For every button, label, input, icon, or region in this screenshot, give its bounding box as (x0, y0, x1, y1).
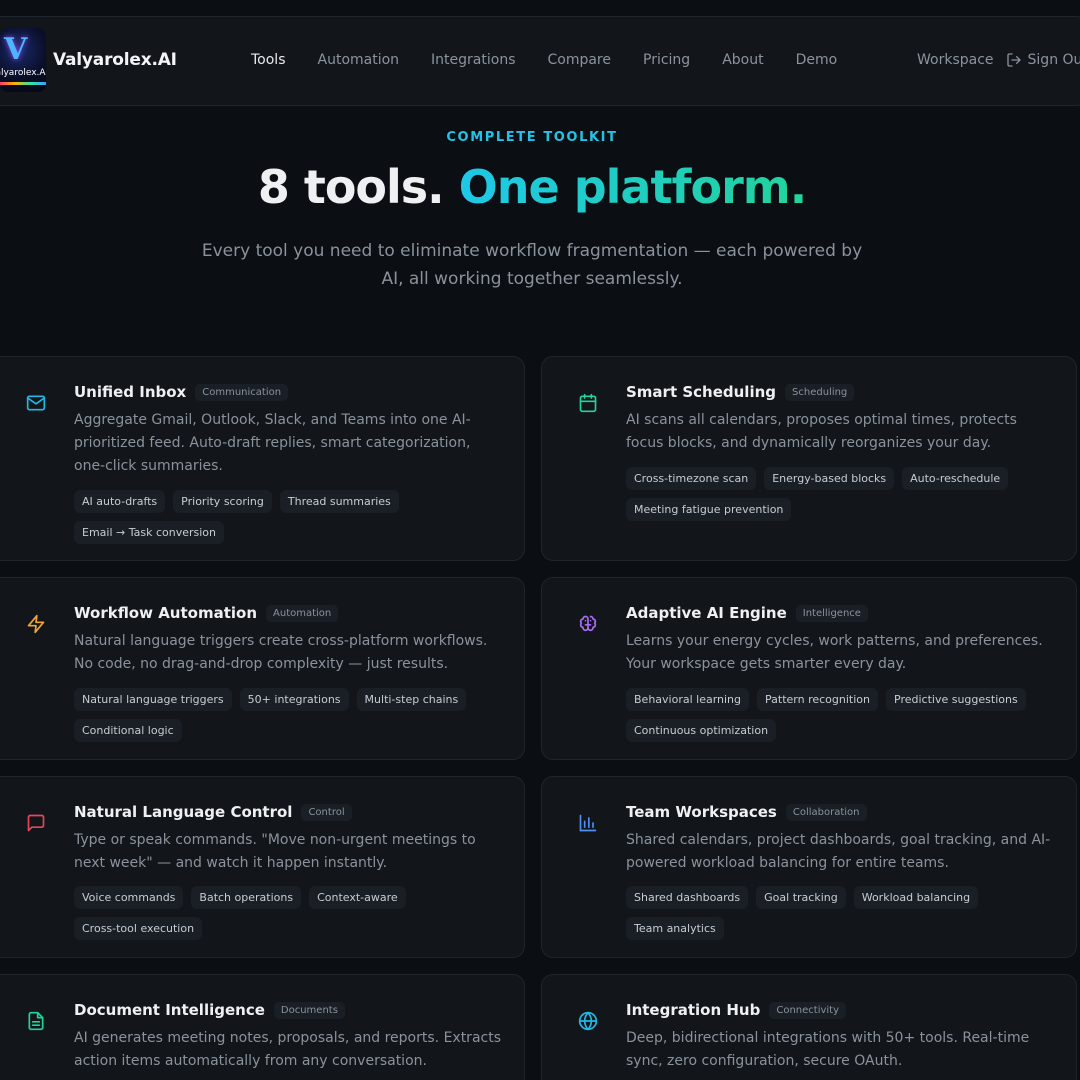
nav-actions: Workspace Sign Out (917, 52, 1080, 68)
tool-description: Shared calendars, project dashboards, go… (626, 832, 1051, 871)
feature-tag: Goal tracking (756, 886, 846, 909)
tool-description: Deep, bidirectional integrations with 50… (626, 1030, 1030, 1069)
feature-tag: Email → Task conversion (74, 521, 225, 544)
nav-link-integrations[interactable]: Integrations (431, 52, 515, 68)
tool-title: Smart Scheduling (626, 383, 777, 401)
feature-tag: Shared dashboards (626, 886, 749, 909)
feature-tag: Energy-based blocks (764, 467, 895, 490)
feature-tag: Auto-reschedule (902, 467, 1009, 490)
feature-tag: Natural language triggers (74, 688, 232, 711)
feature-tag: Cross-tool execution (74, 917, 203, 940)
tool-title: Integration Hub (626, 1001, 761, 1019)
hero-subtitle: Every tool you need to eliminate workflo… (201, 241, 863, 289)
feature-tag: Continuous optimization (626, 719, 777, 742)
hero-title-accent: One platform. (458, 160, 807, 214)
category-badge: Documents (273, 1001, 345, 1019)
lightning-icon (27, 614, 45, 634)
feature-tag: 50+ integrations (239, 688, 349, 711)
calendar-icon (579, 393, 597, 413)
tool-card-integration-hub[interactable]: Integration Hub Connectivity Deep, bidir… (541, 974, 1077, 1080)
category-badge: Control (301, 803, 352, 821)
feature-tag: Pattern recognition (757, 688, 878, 711)
globe-icon (578, 1011, 598, 1031)
tool-card-natural-language-control[interactable]: Natural Language Control Control Type or… (0, 776, 525, 958)
tool-title: Natural Language Control (74, 803, 293, 821)
feature-tag: Team analytics (626, 917, 724, 940)
nav-link-tools[interactable]: Tools (251, 52, 286, 68)
tool-title: Unified Inbox (74, 383, 187, 401)
feature-tag: Meeting fatigue prevention (626, 498, 792, 521)
tool-card-adaptive-ai-engine[interactable]: Adaptive AI Engine Intelligence Learns y… (541, 577, 1077, 760)
sign-out-icon (1006, 53, 1021, 67)
hero-title: 8 tools. One platform. (0, 160, 1064, 214)
category-badge: Communication (195, 383, 289, 401)
feature-tag: Cross-timezone scan (626, 467, 757, 490)
feature-tag: Predictive suggestions (886, 688, 1026, 711)
feature-tags: Voice commands Batch operations Context-… (74, 886, 514, 948)
nav-link-demo[interactable]: Demo (796, 52, 838, 68)
tool-title: Document Intelligence (74, 1001, 265, 1019)
feature-tag: Priority scoring (173, 490, 272, 513)
category-badge: Connectivity (769, 1001, 847, 1019)
feature-tags: Behavioral learning Pattern recognition … (626, 688, 1066, 750)
brand-name[interactable]: Valyarolex.AI (53, 50, 177, 70)
section-eyebrow: COMPLETE TOOLKIT (446, 130, 618, 145)
nav-links: Tools Automation Integrations Compare Pr… (251, 52, 869, 68)
tool-title: Adaptive AI Engine (626, 604, 787, 622)
category-badge: Collaboration (785, 803, 867, 821)
hero-title-plain: 8 tools. (257, 160, 445, 214)
feature-tag: Workload balancing (853, 886, 979, 909)
tool-card-team-workspaces[interactable]: Team Workspaces Collaboration Shared cal… (541, 776, 1077, 958)
brain-icon (579, 615, 597, 632)
brand-logo[interactable]: V Valyarolex.AI (0, 28, 46, 92)
feature-tag: Voice commands (74, 886, 184, 909)
category-badge: Automation (266, 604, 339, 622)
feature-tag: Behavioral learning (626, 688, 750, 711)
nav-link-automation[interactable]: Automation (318, 52, 400, 68)
v-logo-icon: V (4, 32, 28, 67)
feature-tag: AI auto-drafts (74, 490, 166, 513)
feature-tags: AI auto-drafts Priority scoring Thread s… (74, 490, 514, 552)
tool-title: Workflow Automation (74, 604, 258, 622)
tool-description: Natural language triggers create cross-p… (74, 633, 488, 672)
feature-tag: Context-aware (309, 886, 406, 909)
nav-link-pricing[interactable]: Pricing (643, 52, 690, 68)
tool-card-document-intelligence[interactable]: Document Intelligence Documents AI gener… (0, 974, 525, 1080)
feature-tag: Conditional logic (74, 719, 182, 742)
category-badge: Scheduling (785, 383, 855, 401)
sign-out-label: Sign Out (1027, 52, 1080, 68)
bar-chart-icon (579, 814, 597, 832)
mail-icon (26, 395, 46, 411)
nav-link-compare[interactable]: Compare (547, 52, 611, 68)
logo-text: Valyarolex.AI (0, 68, 46, 78)
tool-description: AI generates meeting notes, proposals, a… (74, 1030, 501, 1069)
sign-out-button[interactable]: Sign Out (1006, 52, 1080, 68)
workspace-link[interactable]: Workspace (917, 52, 994, 68)
chat-icon (27, 814, 45, 832)
feature-tags: Shared dashboards Goal tracking Workload… (626, 886, 1066, 948)
tool-description: Aggregate Gmail, Outlook, Slack, and Tea… (74, 412, 471, 474)
feature-tag: Multi-step chains (356, 688, 467, 711)
tool-description: AI scans all calendars, proposes optimal… (626, 412, 1017, 451)
feature-tag: Thread summaries (279, 490, 399, 513)
document-icon (28, 1011, 44, 1031)
tool-card-unified-inbox[interactable]: Unified Inbox Communication Aggregate Gm… (0, 356, 525, 561)
feature-tags: Natural language triggers 50+ integratio… (74, 688, 514, 750)
tool-card-smart-scheduling[interactable]: Smart Scheduling Scheduling AI scans all… (541, 356, 1077, 561)
tool-description: Learns your energy cycles, work patterns… (626, 633, 1043, 672)
tool-card-workflow-automation[interactable]: Workflow Automation Automation Natural l… (0, 577, 525, 760)
tool-description: Type or speak commands. "Move non-urgent… (74, 832, 476, 871)
category-badge: Intelligence (795, 604, 868, 622)
feature-tags: Cross-timezone scan Energy-based blocks … (626, 467, 1066, 529)
nav-link-about[interactable]: About (722, 52, 763, 68)
tool-title: Team Workspaces (626, 803, 777, 821)
feature-tag: Batch operations (191, 886, 302, 909)
